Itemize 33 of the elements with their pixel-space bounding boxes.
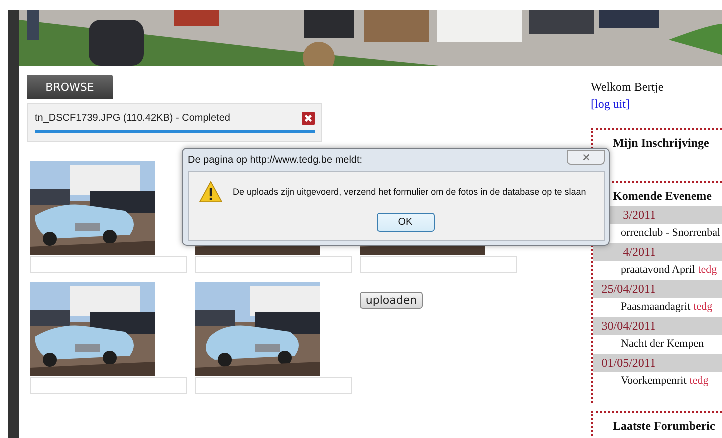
event-link[interactable]: praatavond April — [621, 261, 696, 280]
caption-field[interactable] — [360, 256, 517, 273]
event-date: 3/2011 — [622, 207, 656, 224]
event-link[interactable]: Voorkempenrit — [621, 372, 687, 391]
caption-field[interactable] — [195, 377, 352, 394]
welcome-text: Welkom Bertje — [591, 80, 665, 96]
event-date: 01/05/2011 — [600, 355, 656, 372]
logout-link[interactable]: [log uit] — [591, 97, 630, 112]
section-title: Mijn Inschrijvinge — [612, 135, 710, 152]
event-link[interactable]: orrenclub - Snorrenbal — [621, 224, 721, 243]
close-icon[interactable] — [582, 153, 590, 162]
file-name: tn_DSCF1739.JPG (110.42KB) - Completed — [35, 113, 230, 124]
dialog-title: De pagina op http://www.tedg.be meldt: — [188, 154, 363, 166]
event-date: 30/04/2011 — [600, 318, 656, 335]
caption-field[interactable] — [30, 256, 187, 273]
event-link[interactable]: Paasmaandagrit — [621, 298, 691, 317]
browse-button[interactable]: BROWSE — [27, 75, 113, 99]
upload-button[interactable]: uploaden — [360, 292, 423, 309]
event-link[interactable]: Nacht der Kempen — [621, 335, 704, 354]
section-title: Laatste Forumberic — [612, 418, 716, 435]
event-date: 25/04/2011 — [600, 281, 656, 298]
ok-button[interactable]: OK — [376, 213, 434, 232]
section-title: Komende Eveneme — [612, 188, 713, 205]
organizer-label: tedg — [690, 375, 709, 387]
warning-icon — [199, 181, 223, 203]
caption-field[interactable] — [30, 377, 187, 394]
caption-field[interactable] — [195, 256, 352, 273]
dialog-message: De uploads zijn uitgevoerd, verzend het formulier om de fotos in de database op te slaan — [233, 187, 586, 197]
remove-icon[interactable] — [302, 112, 315, 125]
organizer-label: tedg — [694, 301, 713, 313]
close-button[interactable] — [567, 150, 605, 165]
organizer-label: tedg — [698, 264, 718, 276]
event-date: 4/2011 — [622, 244, 656, 261]
